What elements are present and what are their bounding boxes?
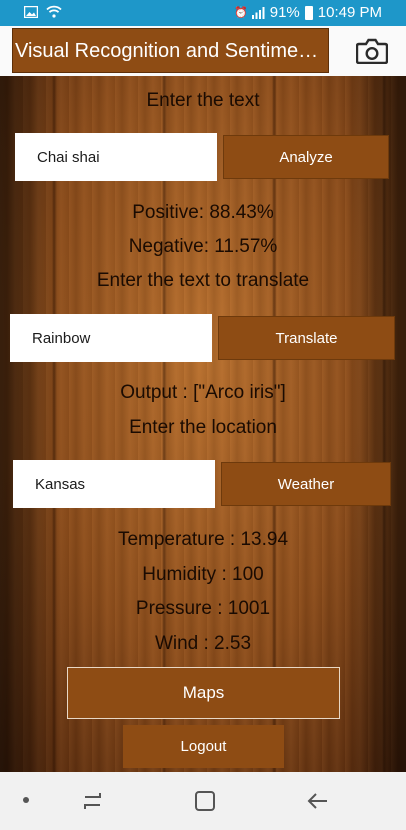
status-time: 10:49 PM	[317, 4, 382, 21]
battery-percent: 91%	[269, 4, 300, 21]
humidity-result: Humidity : 100	[142, 564, 264, 585]
alarm-icon: ⏰	[234, 7, 248, 19]
status-bar: ⏰ 91% 10:49 PM	[0, 0, 406, 26]
recent-apps-icon[interactable]	[80, 788, 106, 814]
logout-button[interactable]: Logout	[123, 725, 284, 768]
app-bar: Visual Recognition and Sentiment Analysi…	[0, 26, 406, 76]
navigation-bar	[0, 772, 406, 830]
location-prompt: Enter the location	[129, 417, 277, 438]
translate-button[interactable]: Translate	[218, 316, 395, 360]
translate-prompt: Enter the text to translate	[96, 270, 310, 291]
nav-dot-icon[interactable]	[23, 797, 29, 803]
back-icon[interactable]	[305, 788, 331, 814]
translate-text-input[interactable]: Rainbow	[10, 314, 212, 362]
battery-icon	[304, 5, 313, 20]
pressure-result: Pressure : 1001	[135, 598, 271, 619]
positive-result: Positive: 88.43%	[132, 202, 274, 223]
sentiment-prompt: Enter the text	[146, 90, 260, 111]
signal-icon	[251, 6, 265, 19]
maps-button[interactable]: Maps	[67, 667, 340, 719]
translate-output: Output : ["Arco iris"]	[120, 382, 286, 403]
weather-button[interactable]: Weather	[221, 462, 391, 506]
main-content: Enter the text Chai shai Analyze Positiv…	[0, 76, 406, 772]
status-left-icons	[24, 5, 62, 18]
negative-result: Negative: 11.57%	[128, 236, 278, 257]
wind-result: Wind : 2.53	[154, 633, 252, 654]
status-right-icons: ⏰ 91% 10:49 PM	[234, 4, 382, 21]
sentiment-text-input[interactable]: Chai shai	[15, 133, 217, 181]
temperature-result: Temperature : 13.94	[117, 529, 289, 550]
home-icon[interactable]	[192, 788, 218, 814]
app-title: Visual Recognition and Sentiment Analysi…	[12, 28, 329, 73]
location-input[interactable]: Kansas	[13, 460, 215, 508]
analyze-button[interactable]: Analyze	[223, 135, 389, 179]
camera-icon[interactable]	[356, 38, 388, 64]
gallery-notification-icon	[24, 5, 38, 18]
wifi-icon	[46, 5, 62, 18]
